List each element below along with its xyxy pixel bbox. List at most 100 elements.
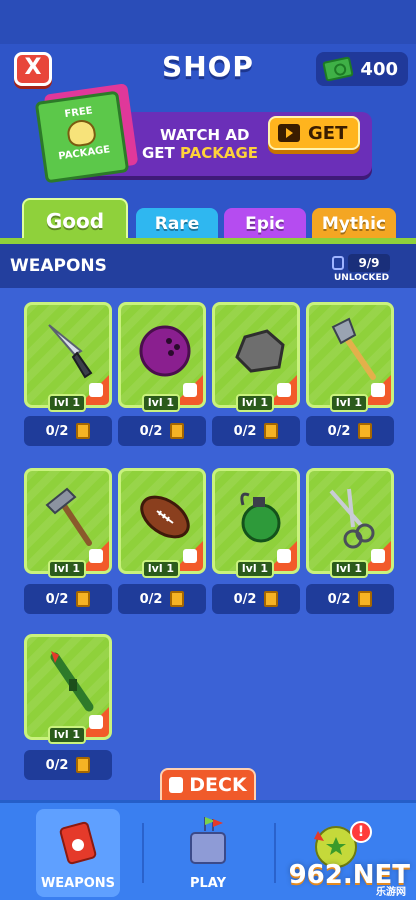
card-slot-icon (89, 715, 103, 729)
card-progress-label: 0/2 (327, 591, 351, 607)
card-slot-icon (183, 383, 197, 397)
card-progress: 0/2 (118, 584, 206, 614)
cash-icon (322, 56, 354, 82)
weapon-card-rocket-launcher[interactable]: lvl 1 (24, 634, 112, 744)
promo-line2-highlight: PACKAGE (180, 144, 259, 162)
level-badge: lvl 1 (48, 560, 86, 578)
currency-amount: 400 (360, 58, 398, 80)
card-face (306, 468, 394, 574)
weapon-card-bowling-ball[interactable]: lvl 1 (118, 302, 206, 412)
nav-weapons-label: WEAPONS (40, 876, 116, 891)
level-badge: lvl 1 (48, 394, 86, 412)
card-progress-label: 0/2 (45, 423, 69, 439)
card-progress: 0/2 (118, 416, 206, 446)
deck-button[interactable]: DECK (160, 768, 256, 802)
weapon-card-football[interactable]: lvl 1 (118, 468, 206, 578)
castle-icon (190, 817, 226, 864)
level-badge: lvl 1 (330, 560, 368, 578)
card-progress-label: 0/2 (45, 591, 69, 607)
promo-line2-prefix: GET (142, 144, 175, 162)
nav-play-label: PLAY (189, 876, 227, 891)
card-icon (170, 423, 185, 439)
tab-good[interactable]: Good (22, 198, 128, 240)
card-progress-label: 0/2 (45, 757, 69, 773)
weapon-card-axe[interactable]: lvl 1 (306, 302, 394, 412)
card-slot-icon (89, 549, 103, 563)
card-face (306, 302, 394, 408)
level-badge: lvl 1 (142, 394, 180, 412)
watermark-sub: 乐游网 (376, 887, 406, 898)
tab-epic[interactable]: Epic (224, 208, 306, 240)
card-progress-label: 0/2 (233, 591, 257, 607)
tab-mythic[interactable]: Mythic (312, 208, 396, 240)
card-slot-icon (89, 383, 103, 397)
get-button-label: GET (308, 122, 348, 144)
level-badge: lvl 1 (330, 394, 368, 412)
currency-display: 400 (316, 52, 408, 86)
section-title: WEAPONS (10, 256, 107, 276)
card-progress: 0/2 (212, 416, 300, 446)
nav-weapons[interactable]: WEAPONS (36, 809, 120, 897)
level-badge: lvl 1 (236, 394, 274, 412)
unlocked-count: 9/9 (348, 254, 390, 272)
level-badge: lvl 1 (236, 560, 274, 578)
deck-icon (169, 777, 184, 793)
card-slot-icon (277, 383, 291, 397)
weapon-card-rock[interactable]: lvl 1 (212, 302, 300, 412)
card-icon (170, 591, 185, 607)
card-face (24, 302, 112, 408)
card-progress-label: 0/2 (327, 423, 351, 439)
card-slot-icon (371, 383, 385, 397)
lock-icon (332, 256, 344, 270)
card-icon (76, 591, 91, 607)
card-progress: 0/2 (306, 416, 394, 446)
level-badge: lvl 1 (142, 560, 180, 578)
promo-line1: WATCH AD (160, 126, 250, 144)
skull-icon (65, 118, 98, 148)
card-slot-icon (277, 549, 291, 563)
card-icon (358, 423, 373, 439)
card-icon (76, 423, 91, 439)
card-face (118, 468, 206, 574)
card-progress-label: 0/2 (139, 423, 163, 439)
dynamite-icon (59, 821, 97, 865)
card-face (24, 468, 112, 574)
card-icon (76, 757, 91, 773)
card-face (24, 634, 112, 740)
status-bar (0, 0, 416, 44)
card-icon (358, 591, 373, 607)
weapon-card-hammer[interactable]: lvl 1 (24, 468, 112, 578)
card-face (212, 302, 300, 408)
card-progress: 0/2 (24, 416, 112, 446)
free-package-image: FREE PACKAGE (34, 90, 130, 184)
weapon-card-scissors[interactable]: lvl 1 (306, 468, 394, 578)
card-face (212, 468, 300, 574)
card-progress: 0/2 (212, 584, 300, 614)
tab-rare[interactable]: Rare (136, 208, 218, 240)
video-ad-icon (278, 124, 300, 142)
card-progress: 0/2 (24, 584, 112, 614)
rarity-tabs: Good Rare Epic Mythic (0, 196, 416, 240)
card-slot-icon (371, 549, 385, 563)
deck-label: DECK (189, 774, 247, 796)
card-progress-label: 0/2 (233, 423, 257, 439)
nav-play[interactable]: PLAY (166, 809, 250, 897)
card-progress: 0/2 (24, 750, 112, 780)
card-slot-icon (183, 549, 197, 563)
card-face (118, 302, 206, 408)
card-icon (264, 591, 279, 607)
alert-icon: ! (350, 821, 372, 843)
nav-divider (274, 823, 276, 883)
card-progress: 0/2 (306, 584, 394, 614)
level-badge: lvl 1 (48, 726, 86, 744)
unlocked-label: UNLOCKED (334, 273, 390, 283)
card-progress-label: 0/2 (139, 591, 163, 607)
card-icon (264, 423, 279, 439)
nav-divider (142, 823, 144, 883)
get-package-button[interactable]: GET (268, 116, 360, 150)
weapon-card-grenade[interactable]: lvl 1 (212, 468, 300, 578)
weapon-card-knife[interactable]: lvl 1 (24, 302, 112, 412)
bottom-navigation: WEAPONS PLAY ! 962.NET 乐游网 (0, 800, 416, 900)
promo-line2: GET PACKAGE (142, 144, 258, 162)
weapons-section-header: WEAPONS 9/9 UNLOCKED (0, 244, 416, 288)
